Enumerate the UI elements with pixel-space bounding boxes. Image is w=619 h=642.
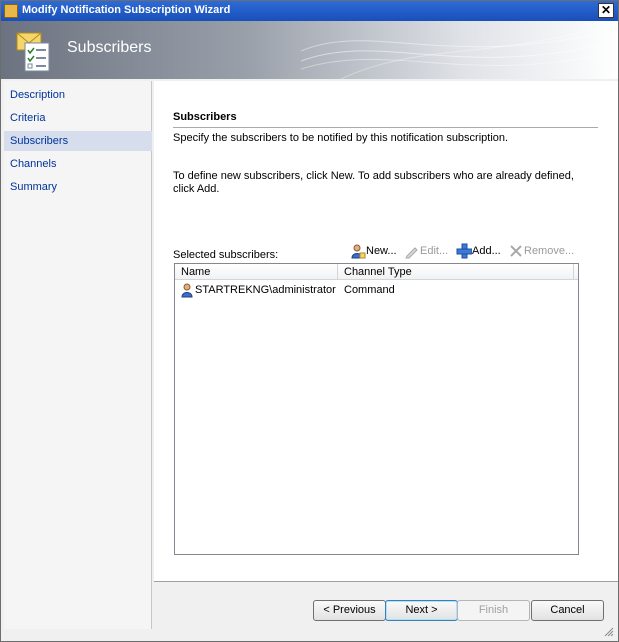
subscriber-name: STARTREKNG\administrator xyxy=(195,284,336,296)
nav-item-description[interactable]: Description xyxy=(4,85,152,105)
title-bar[interactable]: Modify Notification Subscription Wizard … xyxy=(1,1,618,21)
close-button[interactable]: ✕ xyxy=(598,3,614,18)
page-description: Specify the subscribers to be notified b… xyxy=(173,132,509,144)
nav-item-criteria[interactable]: Criteria xyxy=(4,108,152,128)
new-user-icon xyxy=(351,244,366,259)
add-button[interactable]: Add... xyxy=(456,241,504,261)
nav-item-summary[interactable]: Summary xyxy=(4,177,152,197)
page-title: Subscribers xyxy=(173,111,237,123)
finish-button[interactable]: Finish xyxy=(457,600,530,621)
new-label: New... xyxy=(366,245,397,257)
remove-label: Remove... xyxy=(524,245,575,257)
content-pane: Subscribers Specify the subscribers to b… xyxy=(154,81,618,581)
banner-heading: Subscribers xyxy=(67,39,152,56)
subscribers-toolbar: New... Edit... Add... Remove... xyxy=(350,241,582,261)
selected-subscribers-label: Selected subscribers: xyxy=(173,249,279,261)
nav-item-channels[interactable]: Channels xyxy=(4,154,152,174)
pencil-icon xyxy=(405,247,418,259)
subscriber-name-cell: STARTREKNG\administrator xyxy=(179,281,339,299)
edit-label: Edit... xyxy=(420,245,449,257)
column-header-name[interactable]: Name xyxy=(175,264,338,280)
list-item[interactable]: STARTREKNG\administrator Command xyxy=(175,281,578,299)
next-button[interactable]: Next > xyxy=(385,600,458,621)
channel-type-cell: Command xyxy=(344,284,395,296)
user-icon xyxy=(181,283,193,298)
button-bar: < Previous Next > Finish Cancel xyxy=(154,582,618,629)
previous-button[interactable]: < Previous xyxy=(313,600,386,621)
window-title: Modify Notification Subscription Wizard xyxy=(22,4,231,16)
list-header: Name Channel Type xyxy=(175,264,578,280)
envelope-checklist-icon xyxy=(16,32,50,72)
remove-button[interactable]: Remove... xyxy=(508,241,578,261)
plus-icon xyxy=(456,243,472,259)
banner-wave-decoration xyxy=(301,21,618,79)
remove-x-icon xyxy=(510,245,522,257)
subscribers-list[interactable]: Name Channel Type STARTREKNG\administrat… xyxy=(174,263,579,555)
resize-grip-icon[interactable] xyxy=(603,626,614,637)
wizard-nav: Description Criteria Subscribers Channel… xyxy=(4,81,152,629)
title-divider xyxy=(173,127,598,128)
wizard-window: Modify Notification Subscription Wizard … xyxy=(0,0,619,642)
column-header-channel-type[interactable]: Channel Type xyxy=(338,264,574,280)
header-banner: Subscribers xyxy=(1,21,618,79)
nav-item-subscribers[interactable]: Subscribers xyxy=(4,131,152,151)
new-button[interactable]: New... xyxy=(350,241,400,261)
page-instructions: To define new subscribers, click New. To… xyxy=(173,170,574,195)
app-icon xyxy=(4,4,18,18)
edit-button[interactable]: Edit... xyxy=(404,241,452,261)
add-label: Add... xyxy=(472,245,501,257)
cancel-button[interactable]: Cancel xyxy=(531,600,604,621)
